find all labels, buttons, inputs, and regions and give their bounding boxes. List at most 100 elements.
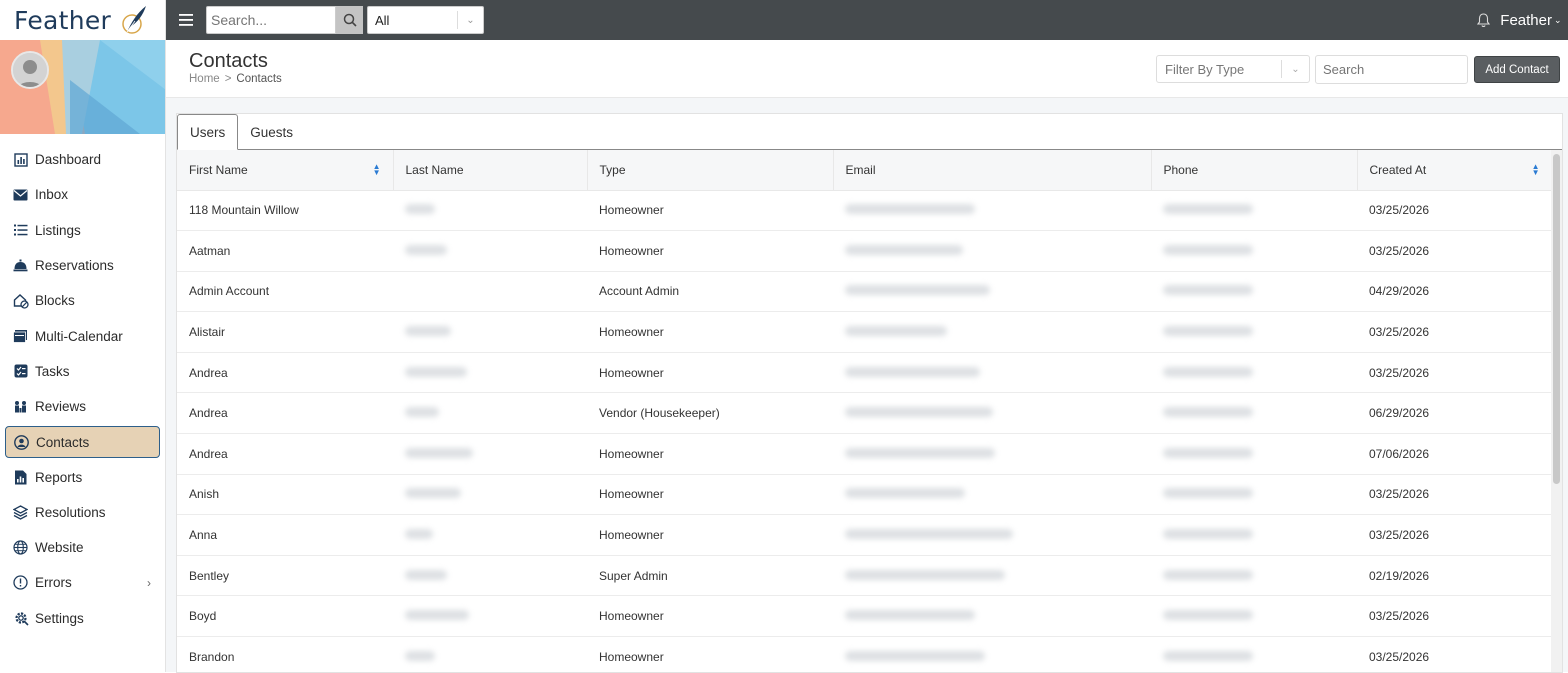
sidebar-item-blocks[interactable]: Blocks: [0, 283, 165, 318]
cell-email: [833, 515, 1151, 556]
cell-first-name: Bentley: [189, 568, 230, 583]
table-row[interactable]: 118 Mountain Willow Homeowner 03/25/2026: [177, 190, 1552, 231]
sidebar-item-reservations[interactable]: Reservations: [0, 248, 165, 283]
cell-last-name: [393, 474, 587, 515]
cell-created-at: 06/29/2026: [1369, 406, 1430, 421]
sidebar-item-reviews[interactable]: Reviews: [0, 389, 165, 424]
search-icon[interactable]: [336, 6, 363, 34]
filter-by-type-select[interactable]: Filter By Type ⌄: [1156, 55, 1310, 83]
table-row[interactable]: Anish Homeowner 03/25/2026: [177, 474, 1552, 515]
sidebar-item-reports[interactable]: Reports: [0, 459, 165, 494]
filter-by-type-placeholder: Filter By Type: [1165, 61, 1245, 77]
cell-email: [833, 271, 1151, 312]
user-menu[interactable]: Feather: [1500, 12, 1552, 29]
column-header-last-name[interactable]: Last Name: [393, 150, 588, 191]
sidebar-nav: Dashboard Inbox Listings Reservations Blocks…: [0, 134, 165, 636]
tab-guests[interactable]: Guests: [238, 114, 305, 150]
table-row[interactable]: Boyd Homeowner 03/25/2026: [177, 596, 1552, 637]
table-row[interactable]: Aatman Homeowner 03/25/2026: [177, 231, 1552, 272]
breadcrumb-home[interactable]: Home: [189, 73, 220, 85]
calendar-icon: [12, 328, 29, 345]
sidebar-item-label: Resolutions: [35, 504, 106, 520]
contacts-search-input[interactable]: [1315, 55, 1468, 84]
table-row[interactable]: Bentley Super Admin 02/19/2026: [177, 555, 1552, 596]
table-row[interactable]: Andrea Vendor (Housekeeper) 06/29/2026: [177, 393, 1552, 434]
cell-type: Homeowner: [599, 649, 664, 664]
sidebar-item-settings[interactable]: Settings: [0, 601, 165, 636]
feather-logo-icon: [122, 6, 147, 34]
redacted-text: [405, 650, 435, 661]
cell-email: [833, 352, 1151, 393]
avatar[interactable]: [11, 51, 49, 89]
table-row[interactable]: Brandon Homeowner 03/25/2026: [177, 637, 1552, 672]
redacted-text: [845, 407, 993, 418]
layers-icon: [12, 504, 29, 521]
table-row[interactable]: Andrea Homeowner 07/06/2026: [177, 434, 1552, 475]
column-header-type[interactable]: Type: [587, 150, 834, 191]
table-row[interactable]: Anna Homeowner 03/25/2026: [177, 515, 1552, 556]
redacted-text: [1163, 285, 1253, 296]
cell-last-name: [393, 231, 587, 272]
chevron-down-icon[interactable]: ⌄: [1554, 15, 1566, 26]
cell-first-name: Boyd: [189, 609, 217, 624]
cell-type: Account Admin: [599, 284, 680, 299]
cell-created-at: 03/25/2026: [1369, 365, 1430, 380]
sidebar-item-contacts[interactable]: Contacts: [5, 426, 160, 459]
sidebar-item-multi-calendar[interactable]: Multi-Calendar: [0, 318, 165, 353]
table-row[interactable]: Admin Account Account Admin 04/29/2026: [177, 271, 1552, 312]
contact-icon: [13, 434, 30, 451]
top-filter-value: All: [375, 12, 390, 28]
redacted-text: [1163, 447, 1253, 458]
cell-first-name: Brandon: [189, 649, 235, 664]
table-row[interactable]: Alistair Homeowner 03/25/2026: [177, 312, 1552, 353]
redacted-text: [845, 610, 975, 621]
page-header: Contacts Home > Contacts Filter By Type ⌄ …: [166, 40, 1568, 98]
brand[interactable]: Feather: [0, 0, 165, 40]
notification-bell-icon[interactable]: [1477, 12, 1491, 28]
cell-phone: [1151, 434, 1357, 475]
cell-created-at: 02/19/2026: [1369, 568, 1430, 583]
envelope-icon: [12, 186, 29, 203]
sort-icon[interactable]: ▲ ▼: [1532, 163, 1540, 177]
sort-icon[interactable]: ▲ ▼: [373, 163, 381, 177]
cell-phone: [1151, 555, 1357, 596]
cell-created-at: 04/29/2026: [1369, 284, 1430, 299]
cell-email: [833, 393, 1151, 434]
tab-users[interactable]: Users: [177, 114, 239, 150]
cell-email: [833, 555, 1151, 596]
redacted-text: [845, 529, 1013, 540]
cell-type: Homeowner: [599, 528, 664, 543]
redacted-text: [845, 366, 980, 377]
reviews-icon: [12, 398, 29, 415]
column-header-email[interactable]: Email: [833, 150, 1152, 191]
sidebar-item-inbox[interactable]: Inbox: [0, 177, 165, 212]
column-header-first-name[interactable]: First Name ▲ ▼: [177, 150, 394, 191]
redacted-text: [845, 244, 963, 255]
cell-phone: [1151, 515, 1357, 556]
sidebar-item-label: Dashboard: [35, 152, 102, 168]
sidebar-item-dashboard[interactable]: Dashboard: [0, 142, 165, 177]
user-area: Feather ⌄: [1477, 0, 1568, 40]
cell-phone: [1151, 352, 1357, 393]
redacted-text: [1163, 204, 1253, 215]
top-search-input[interactable]: [206, 6, 336, 34]
column-header-created-at[interactable]: Created At ▲ ▼: [1357, 150, 1553, 191]
sidebar-item-errors[interactable]: Errors ›: [0, 565, 165, 600]
column-header-phone[interactable]: Phone: [1151, 150, 1358, 191]
cell-created-at: 03/25/2026: [1369, 203, 1430, 218]
sidebar-item-resolutions[interactable]: Resolutions: [0, 495, 165, 530]
sidebar-item-tasks[interactable]: Tasks: [0, 354, 165, 389]
chart-bar-icon: [12, 151, 29, 168]
breadcrumb: Home > Contacts: [189, 73, 282, 85]
sidebar-item-label: Listings: [35, 222, 81, 238]
menu-toggle-icon[interactable]: [166, 14, 206, 26]
add-contact-button[interactable]: Add Contact: [1474, 56, 1560, 83]
sidebar-item-listings[interactable]: Listings: [0, 213, 165, 248]
contacts-panel: Users Guests First Name ▲ ▼ Last Name Type…: [176, 113, 1563, 673]
sidebar-item-website[interactable]: Website: [0, 530, 165, 565]
cell-first-name: Anna: [189, 528, 218, 543]
table-scrollbar-thumb[interactable]: [1553, 154, 1560, 484]
table-row[interactable]: Andrea Homeowner 03/25/2026: [177, 352, 1552, 393]
redacted-text: [1163, 366, 1253, 377]
top-filter-select[interactable]: All ⌄: [367, 6, 484, 34]
